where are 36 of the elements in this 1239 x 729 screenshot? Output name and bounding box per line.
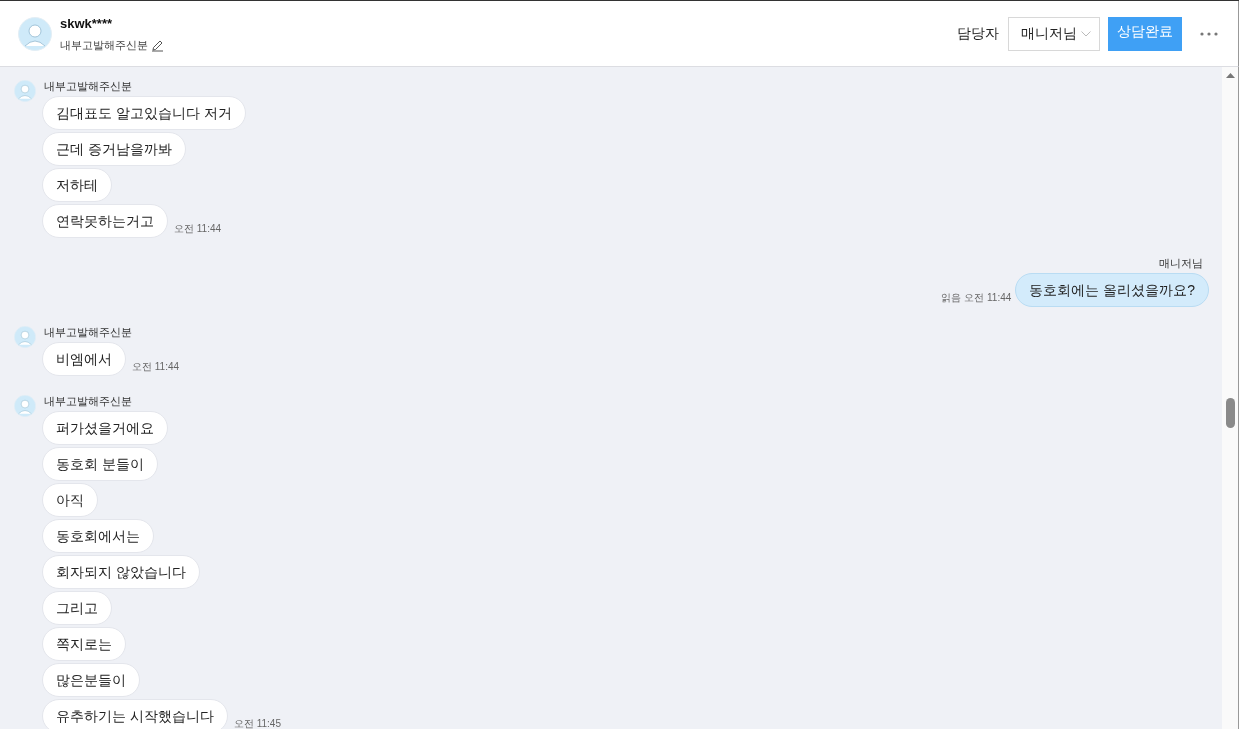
message-bubble: 퍼가셨을거에요 [42,411,168,445]
message-bubble: 동호회에서는 [42,519,154,553]
message-bubble: 저하테 [42,168,112,202]
message-bubble: 많은분들이 [42,663,140,697]
more-icon[interactable] [1200,31,1218,36]
message-bubble: 아직 [42,483,98,517]
message-bubble: 비엠에서 [42,342,126,376]
message-bubble: 김대표도 알고있습니다 저거 [42,96,246,130]
message-time: 오전 11:44 [132,360,180,374]
message-bubble: 유추하기는 시작했습니다 [42,699,228,729]
assignee-label: 담당자 [957,24,999,43]
avatar-icon [18,16,52,51]
read-status: 읽음 오전 11:44 [941,291,1012,305]
message-bubble: 근데 증거남을까봐 [42,132,186,166]
scroll-up-icon[interactable] [1225,73,1235,78]
pencil-icon[interactable] [151,38,164,52]
customer-name: skwk**** [60,14,114,33]
avatar-icon [14,326,36,348]
message-bubble: 회자되지 않았습니다 [42,555,200,589]
avatar-icon [14,395,36,417]
scroll-thumb[interactable] [1225,398,1235,428]
message-time: 오전 11:45 [233,717,281,729]
chevron-down-icon [1081,30,1091,37]
avatar-icon [14,80,36,102]
assignee-dropdown[interactable]: 매니저님 [1008,16,1100,51]
sender-name: 내부고발해주신분 [44,79,133,93]
message-bubble: 동호회 분들이 [42,447,158,481]
customer-nickname: 내부고발해주신분 [60,38,148,53]
sender-name: 매니저님 [1159,256,1203,270]
message-bubble: 쪽지로는 [42,627,126,661]
message-bubble: 동호회에는 올리셨을까요? [1015,273,1209,307]
sender-name: 내부고발해주신분 [44,325,133,339]
message-bubble: 그리고 [42,591,112,625]
message-bubble: 연락못하는거고 [42,204,168,238]
sender-name: 내부고발해주신분 [44,394,133,408]
message-time: 오전 11:44 [174,222,222,236]
